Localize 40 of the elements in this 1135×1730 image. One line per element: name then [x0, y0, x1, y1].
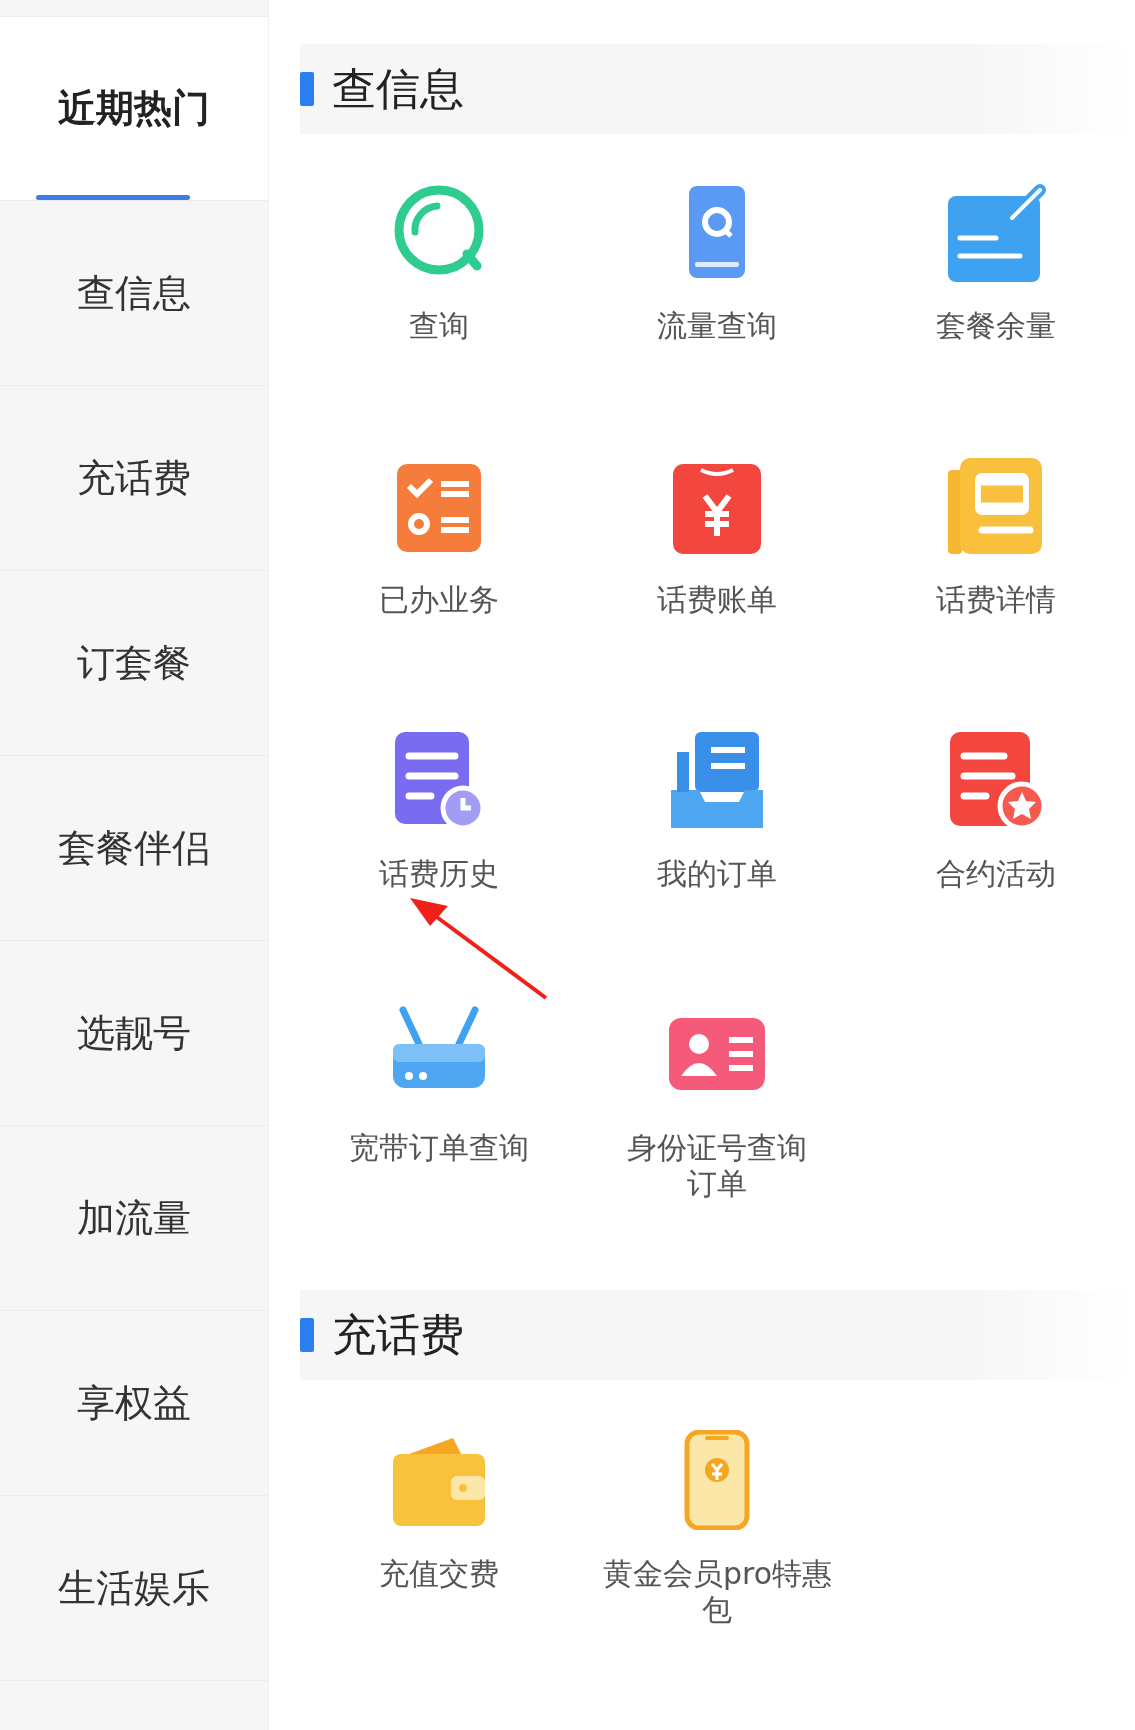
service-label: 合约活动 [935, 856, 1056, 892]
section-marker [300, 72, 314, 106]
service-label: 充值交费 [379, 1556, 500, 1592]
section-title: 充话费 [332, 1307, 464, 1362]
sidebar-item[interactable]: 套餐伴侣 [0, 756, 268, 941]
service-label: 我的订单 [657, 856, 778, 892]
service-item[interactable]: 查询 [300, 150, 579, 424]
sidebar-item[interactable]: 享权益 [0, 1311, 268, 1496]
service-item[interactable]: 套餐余量 [856, 150, 1135, 424]
sidebar-item[interactable]: 查信息 [0, 201, 268, 386]
sidebar-item[interactable]: 生活娱乐 [0, 1496, 268, 1681]
sidebar-item[interactable]: 订套餐 [0, 571, 268, 756]
service-item[interactable]: 身份证号查询 订单 [578, 972, 857, 1246]
service-label: 套餐余量 [935, 308, 1056, 344]
service-label: 身份证号查询 订单 [627, 1130, 808, 1202]
service-item[interactable]: 我的订单 [578, 698, 857, 972]
service-item[interactable]: 已办业务 [300, 424, 579, 698]
service-label: 查询 [409, 308, 470, 344]
sidebar-item[interactable]: 选靓号 [0, 941, 268, 1126]
sidebar-item[interactable]: 近期热门 [0, 16, 268, 201]
service-item[interactable]: 合约活动 [856, 698, 1135, 972]
service-item[interactable]: 话费账单 [578, 424, 857, 698]
sidebar-item[interactable]: 加流量 [0, 1126, 268, 1311]
service-item[interactable]: 充值交费 [300, 1398, 579, 1672]
service-item[interactable]: 流量查询 [578, 150, 857, 424]
section-marker [300, 1318, 314, 1352]
document-pen-icon [945, 182, 1046, 282]
service-label: 话费历史 [379, 856, 500, 892]
service-item[interactable]: 黄金会员pro特惠 包 [578, 1398, 857, 1672]
service-label: 宽带订单查询 [349, 1130, 530, 1166]
service-item[interactable]: 宽带订单查询 [300, 972, 579, 1246]
service-label: 流量查询 [657, 308, 778, 344]
service-label: 话费详情 [935, 582, 1056, 618]
service-label: 已办业务 [379, 582, 500, 618]
section-title: 查信息 [332, 61, 464, 116]
service-label: 黄金会员pro特惠 包 [602, 1556, 833, 1628]
service-label: 话费账单 [657, 582, 778, 618]
service-item[interactable]: 话费历史 [300, 698, 579, 972]
sidebar-item[interactable]: 充话费 [0, 386, 268, 571]
service-item[interactable]: 话费详情 [856, 424, 1135, 698]
